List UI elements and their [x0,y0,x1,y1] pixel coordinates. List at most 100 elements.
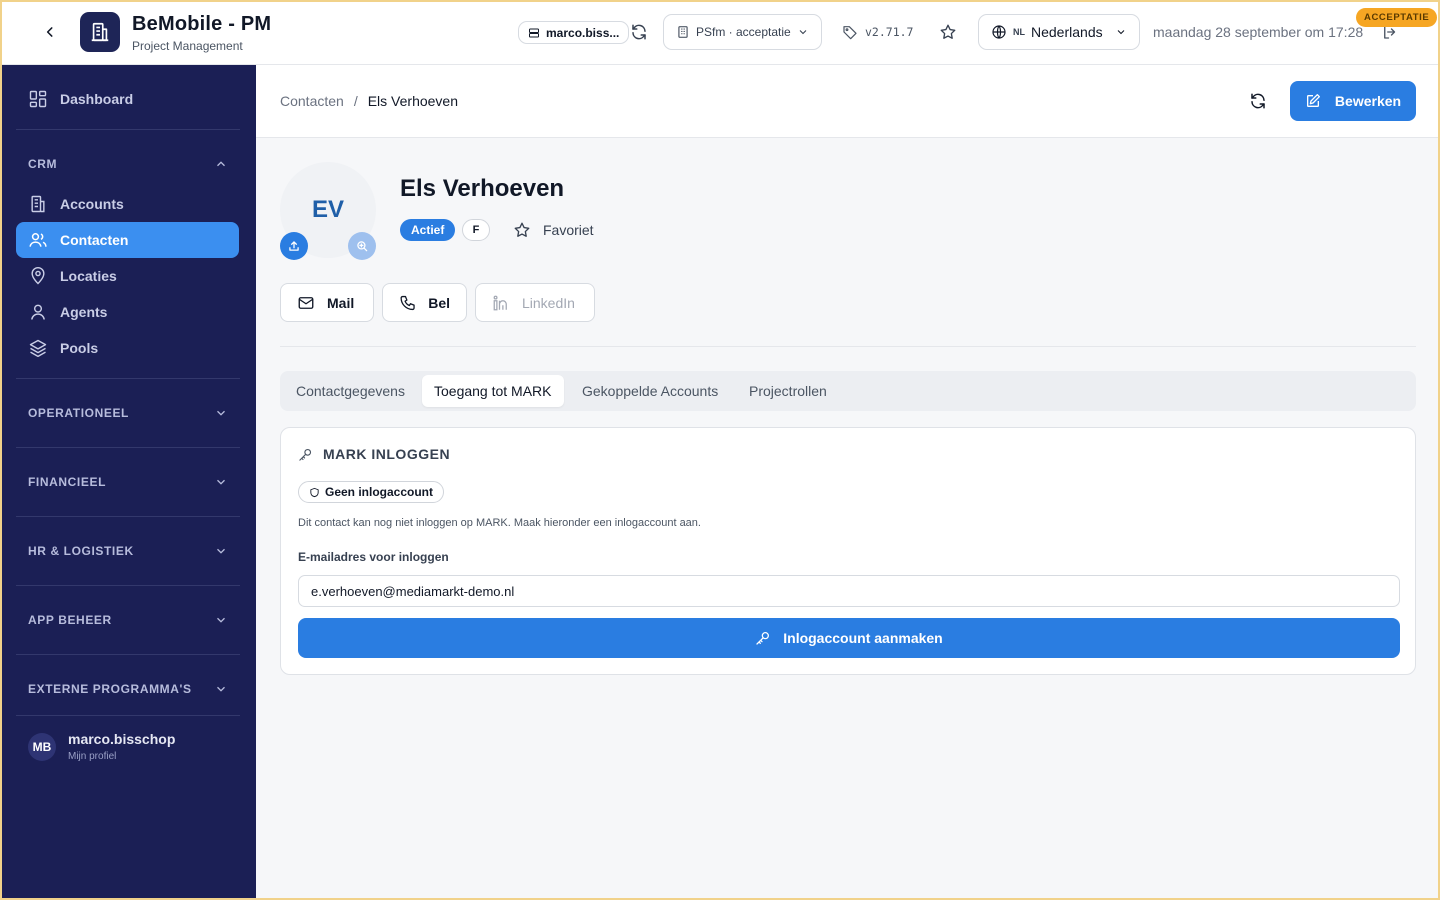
sidebar-item-agents[interactable]: Agents [16,294,239,330]
current-datetime: maandag 28 september om 17:28 [1153,24,1364,40]
sidebar-section-financieel[interactable]: FINANCIEEL [28,475,228,489]
zoom-icon[interactable] [348,232,376,260]
sidebar-item-contacten[interactable]: Contacten [16,222,239,258]
mark-login-card: MARK INLOGGEN Geen inlogaccount Dit cont… [280,427,1416,675]
profile-link-label: Mijn profiel [68,751,117,762]
favorite-label: Favoriet [543,222,594,238]
sidebar-divider [16,129,240,130]
tab-gekoppelde-accounts[interactable]: Gekoppelde Accounts [570,375,730,407]
email-field-label: E-mailadres voor inloggen [298,550,449,564]
sidebar-section-crm[interactable]: CRM [28,157,228,171]
sidebar-divider [16,654,240,655]
language-label: Nederlands [1031,24,1103,40]
chevron-down-icon [217,410,225,416]
section-label: HR & LOGISTIEK [28,544,134,558]
sidebar: Dashboard CRM Accounts Contacten Locatie… [0,65,256,900]
user-switch-pill[interactable]: marco.biss... [518,21,630,44]
breadcrumb: Contacten / Els Verhoeven [280,93,458,109]
sidebar-divider [16,585,240,586]
status-badge: Actief [400,219,456,241]
sidebar-item-label: Pools [60,340,99,356]
section-label: APP BEHEER [28,613,112,627]
login-email-field[interactable] [298,575,1400,607]
contact-avatar: EV [280,162,376,260]
create-login-button[interactable]: Inlogaccount aanmaken [298,618,1400,658]
sidebar-section-externe-programmas[interactable]: EXTERNE PROGRAMMA'S [28,682,228,696]
users-icon [29,233,47,247]
star-icon [514,222,530,237]
sidebar-item-label: Accounts [60,196,124,212]
back-icon[interactable] [38,20,62,44]
map-pin-icon [31,266,45,285]
sidebar-item-locaties[interactable]: Locaties [16,258,239,294]
mail-button[interactable]: Mail [280,283,374,322]
server-icon [529,28,539,37]
dashboard-icon [29,90,47,108]
breadcrumb-current: Els Verhoeven [367,93,459,109]
sidebar-item-label: Dashboard [60,91,134,107]
linkedin-button-label: LinkedIn [522,294,575,311]
avatar: MB [28,732,56,761]
environment-select[interactable]: PSfm · acceptatie [663,14,822,50]
shield-icon [310,487,319,497]
sidebar-section-app-beheer[interactable]: APP BEHEER [28,613,228,627]
sidebar-divider [16,447,240,448]
breadcrumb-parent[interactable]: Contacten [280,93,344,109]
breadcrumb-separator: / [353,93,358,109]
sidebar-divider [16,715,240,716]
linkedin-icon [493,295,507,310]
linkedin-button[interactable]: LinkedIn [475,283,595,322]
section-label: OPERATIONEEL [28,406,129,420]
sidebar-item-label: Contacten [60,232,129,248]
sidebar-divider [16,378,240,379]
chevron-down-icon [799,30,807,35]
login-status-badge: Geen inlogaccount [298,481,445,503]
version-label: v2.71.7 [865,25,914,39]
sidebar-item-accounts[interactable]: Accounts [16,186,239,222]
layers-icon [29,339,47,358]
tab-contactgegevens[interactable]: Contactgegevens [284,375,417,407]
sidebar-item-pools[interactable]: Pools [16,330,239,366]
chevron-down-icon [217,617,225,623]
mail-button-label: Mail [327,294,355,311]
card-title: MARK INLOGGEN [298,446,450,462]
gender-badge: F [462,219,490,241]
favorite-toggle[interactable]: Favoriet [513,221,594,239]
card-title-label: MARK INLOGGEN [323,446,451,462]
profile-link[interactable]: MB marco.bisschop Mijn profiel [28,731,175,762]
building-icon [31,195,45,213]
phone-icon [400,295,415,310]
sidebar-divider [16,516,240,517]
edit-button[interactable]: Bewerken [1290,81,1416,121]
language-code: NL [1013,27,1025,37]
sidebar-item-dashboard[interactable]: Dashboard [16,81,239,117]
language-select[interactable]: NL Nederlands [978,14,1140,50]
sidebar-item-label: Locaties [60,268,117,284]
section-label: FINANCIEEL [28,475,106,489]
tab-projectrollen[interactable]: Projectrollen [737,375,839,407]
upload-icon[interactable] [280,232,308,260]
contact-name: Els Verhoeven [400,175,565,202]
brand: BeMobile - PM Project Management [132,13,271,53]
environment-label: PSfm · acceptatie [696,25,791,39]
tab-bar: Contactgegevens Toegang tot MARK Gekoppe… [280,371,1416,411]
sidebar-section-hr-logistiek[interactable]: HR & LOGISTIEK [28,544,228,558]
call-button[interactable]: Bel [382,283,467,322]
tab-toegang-tot-mark[interactable]: Toegang tot MARK [422,375,564,407]
building-icon [678,26,688,38]
chevron-down-icon [217,479,225,485]
star-icon[interactable] [939,23,957,41]
environment-badge: ACCEPTATIE [1356,8,1438,27]
call-button-label: Bel [428,294,450,311]
refresh-icon[interactable] [630,23,648,41]
tag-icon [843,26,857,40]
create-login-label: Inlogaccount aanmaken [783,630,943,646]
top-bar: BeMobile - PM Project Management marco.b… [0,0,1440,65]
user-short-name: marco.biss... [546,25,620,40]
section-divider [280,346,1416,347]
app-logo[interactable] [80,12,120,52]
sidebar-section-operationeel[interactable]: OPERATIONEEL [28,406,228,420]
refresh-icon[interactable] [1249,92,1267,110]
section-label: EXTERNE PROGRAMMA'S [28,682,192,696]
version-tag: v2.71.7 [842,24,913,40]
